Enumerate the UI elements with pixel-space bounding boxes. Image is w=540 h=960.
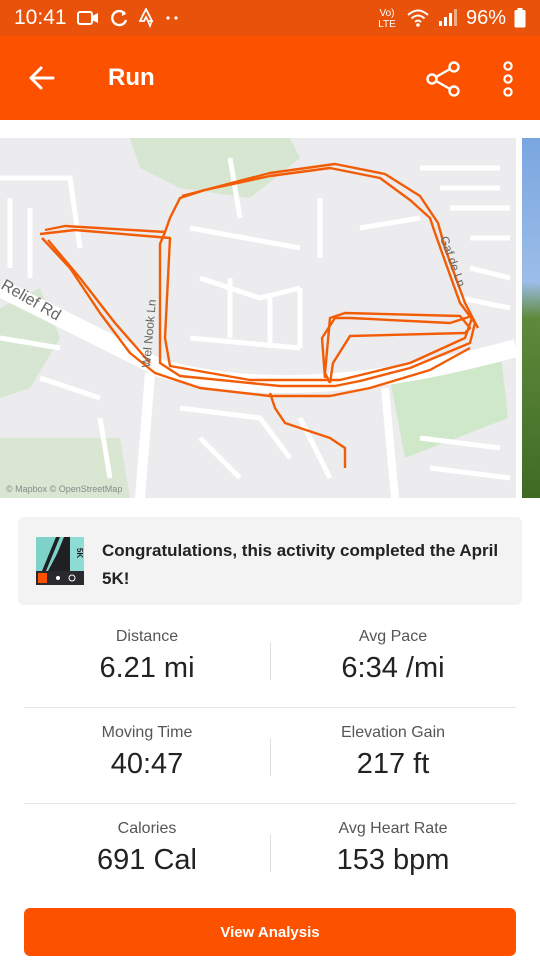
stat-value: 6:34 /mi (341, 652, 445, 684)
more-notifications-icon (165, 15, 179, 21)
page-title: Run (108, 64, 155, 91)
overflow-menu-icon (503, 61, 513, 97)
stat-avg-heart-rate: Avg Heart Rate 153 bpm (270, 804, 516, 877)
stat-row: Moving Time 40:47 Elevation Gain 217 ft (24, 708, 516, 804)
road-label-right: Gaf de Ln (437, 234, 468, 288)
activity-stats: Distance 6.21 mi Avg Pace 6:34 /mi Movin… (24, 612, 516, 900)
stat-label: Elevation Gain (340, 724, 446, 741)
signal-icon (438, 9, 458, 27)
challenge-text: Congratulations, this activity completed… (102, 541, 499, 588)
route-map[interactable]: Relief Rd Wel Nook Ln Gaf de Ln © Mapbox… (0, 138, 516, 498)
stat-calories: Calories 691 Cal (24, 804, 270, 877)
stat-value: 153 bpm (336, 844, 450, 876)
route-map-graphic: Relief Rd Wel Nook Ln Gaf de Ln © Mapbox… (0, 138, 516, 498)
svg-text:Vo): Vo) (379, 8, 394, 19)
stat-row: Distance 6.21 mi Avg Pace 6:34 /mi (24, 612, 516, 708)
strava-icon (138, 8, 155, 28)
stat-label: Avg Heart Rate (338, 820, 448, 837)
battery-icon (514, 8, 526, 28)
battery-percent: 96% (465, 6, 506, 29)
stat-moving-time: Moving Time 40:47 (24, 708, 270, 781)
notification-icon (76, 9, 99, 27)
challenge-badge-icon: 5K (36, 537, 84, 585)
stat-value: 217 ft (356, 748, 430, 780)
back-button[interactable] (0, 36, 84, 120)
back-arrow-icon (29, 66, 55, 90)
stat-value: 40:47 (110, 748, 184, 780)
challenge-card[interactable]: 5K Congratulations, this activity comple… (18, 517, 522, 605)
app-bar: Run (0, 36, 540, 120)
map-carousel: Relief Rd Wel Nook Ln Gaf de Ln © Mapbox… (0, 120, 540, 500)
status-bar: 10:41 Vo) LTE 96% (0, 0, 540, 36)
volte-icon: Vo) LTE (376, 6, 398, 30)
stat-value: 6.21 mi (99, 652, 195, 684)
stat-label: Calories (117, 820, 177, 837)
stat-label: Moving Time (101, 724, 193, 741)
wifi-icon (406, 8, 430, 28)
stat-row: Calories 691 Cal Avg Heart Rate 153 bpm (24, 804, 516, 900)
more-options-button[interactable] (490, 56, 526, 102)
stat-avg-pace: Avg Pace 6:34 /mi (270, 612, 516, 685)
stat-label: Avg Pace (358, 628, 428, 645)
svg-text:LTE: LTE (378, 19, 396, 30)
share-button[interactable] (420, 56, 466, 102)
activity-photo-thumbnail[interactable] (522, 138, 540, 498)
status-time: 10:41 (14, 6, 67, 29)
svg-text:5K: 5K (75, 548, 84, 558)
view-analysis-button[interactable]: View Analysis (24, 908, 516, 956)
share-icon (426, 61, 460, 97)
sync-icon (109, 8, 129, 28)
stat-distance: Distance 6.21 mi (24, 612, 270, 685)
map-attribution: © Mapbox © OpenStreetMap (6, 484, 122, 494)
stat-elevation-gain: Elevation Gain 217 ft (270, 708, 516, 781)
stat-value: 691 Cal (97, 844, 197, 876)
stat-label: Distance (115, 628, 179, 645)
